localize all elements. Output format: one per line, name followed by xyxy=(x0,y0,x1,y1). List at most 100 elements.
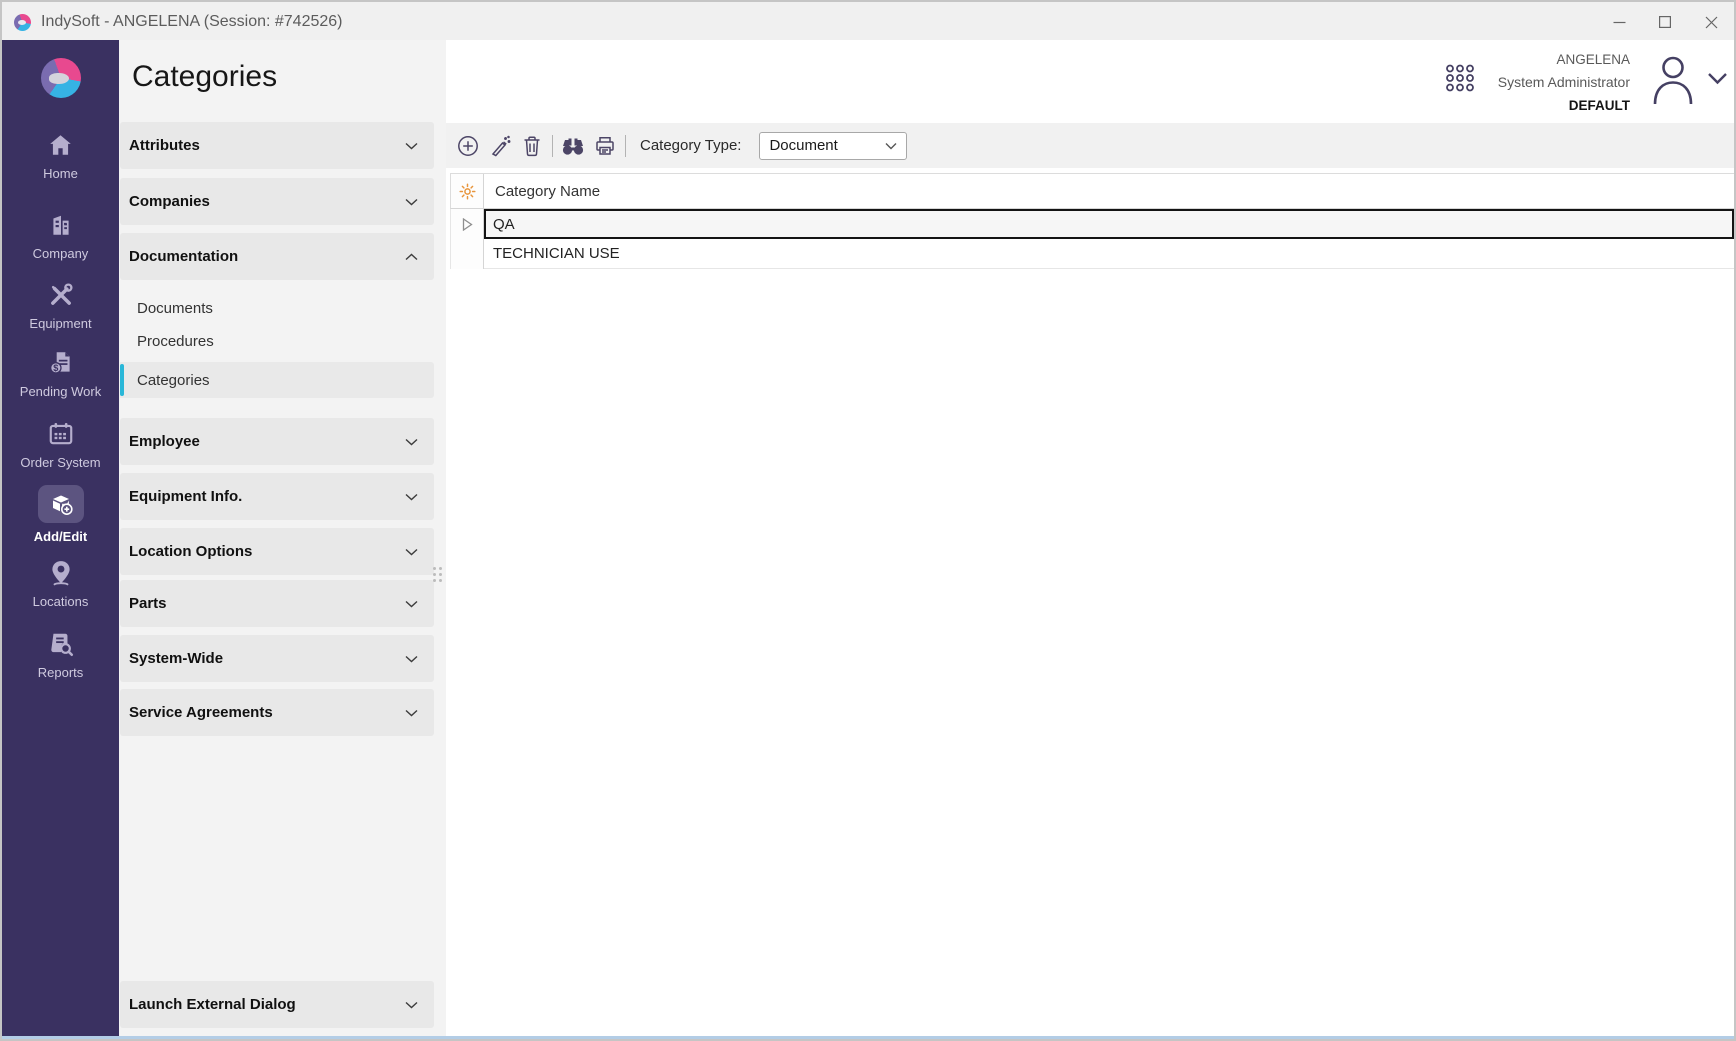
section-companies[interactable]: Companies xyxy=(120,178,434,225)
content-area: Categories Attributes Companies Document… xyxy=(119,40,1734,1036)
locations-pin-icon xyxy=(48,558,74,588)
sidebar-item-pending-work[interactable]: $ Pending Work xyxy=(2,348,119,399)
delete-category-button[interactable] xyxy=(520,134,544,158)
page-title: Categories xyxy=(132,60,277,94)
section-label: Parts xyxy=(129,595,167,612)
sidebar-item-label: Order System xyxy=(20,455,100,470)
section-launch-external-dialog[interactable]: Launch External Dialog xyxy=(120,981,434,1028)
app-launcher-button[interactable] xyxy=(1445,64,1475,92)
toolbar-separator xyxy=(552,135,553,157)
chevron-down-icon xyxy=(885,142,897,150)
user-name: ANGELENA xyxy=(1498,48,1630,71)
maximize-button[interactable] xyxy=(1642,2,1688,42)
close-icon xyxy=(1705,16,1718,29)
minimize-icon xyxy=(1613,16,1626,29)
window-controls xyxy=(1596,2,1734,42)
chevron-down-icon xyxy=(405,655,418,663)
panel-resize-grip[interactable] xyxy=(433,567,446,584)
section-location-options[interactable]: Location Options xyxy=(120,528,434,575)
user-menu-chevron-button[interactable] xyxy=(1707,72,1728,85)
user-role: System Administrator xyxy=(1498,71,1630,94)
app-logo-icon xyxy=(14,14,31,31)
edit-wand-icon xyxy=(489,135,511,157)
table-row[interactable]: QA xyxy=(450,209,1734,239)
toolbar-separator xyxy=(625,135,626,157)
section-label: Location Options xyxy=(129,543,252,560)
sidebar: Home Company Equipment $ Pending Work Or… xyxy=(2,40,119,1036)
chevron-down-icon xyxy=(405,709,418,717)
apps-grid-icon xyxy=(1445,64,1475,92)
chevron-down-icon xyxy=(405,1001,418,1009)
chevron-down-icon xyxy=(1707,72,1728,85)
section-equipment-info[interactable]: Equipment Info. xyxy=(120,473,434,520)
category-type-label: Category Type: xyxy=(640,137,741,154)
indysoft-logo-icon xyxy=(41,58,81,98)
find-category-button[interactable] xyxy=(561,134,585,158)
avatar xyxy=(1650,54,1696,106)
add-circle-icon xyxy=(457,135,479,157)
sidebar-item-home[interactable]: Home xyxy=(2,130,119,181)
section-label: System-Wide xyxy=(129,650,223,667)
category-name-cell[interactable]: QA xyxy=(484,209,1734,239)
header-indicator-cell xyxy=(451,174,484,208)
section-service-agreements[interactable]: Service Agreements xyxy=(120,689,434,736)
row-indicator-cell xyxy=(451,209,484,239)
section-system-wide[interactable]: System-Wide xyxy=(120,635,434,682)
row-marker-icon xyxy=(462,218,473,231)
chevron-down-icon xyxy=(405,142,418,150)
section-attributes[interactable]: Attributes xyxy=(120,122,434,169)
minimize-button[interactable] xyxy=(1596,2,1642,42)
sidebar-item-label: Add/Edit xyxy=(34,529,87,544)
category-type-dropdown[interactable]: Document xyxy=(759,132,907,160)
home-icon xyxy=(47,130,74,160)
sidebar-item-reports[interactable]: Reports xyxy=(2,629,119,680)
category-name-cell[interactable]: TECHNICIAN USE xyxy=(484,239,1734,269)
section-documentation[interactable]: Documentation xyxy=(120,233,434,280)
sun-icon xyxy=(459,183,476,200)
subitem-categories[interactable]: Categories xyxy=(120,362,434,398)
sidebar-item-order-system[interactable]: Order System xyxy=(2,419,119,470)
subitem-label: Procedures xyxy=(137,333,214,350)
row-indicator-cell xyxy=(451,239,484,269)
sidebar-item-label: Locations xyxy=(33,594,89,609)
sidebar-item-label: Home xyxy=(43,166,78,181)
table-row[interactable]: TECHNICIAN USE xyxy=(450,239,1734,269)
binoculars-icon xyxy=(561,136,585,156)
section-parts[interactable]: Parts xyxy=(120,580,434,627)
sidebar-item-label: Equipment xyxy=(29,316,91,331)
sidebar-item-label: Pending Work xyxy=(20,384,101,399)
reports-search-icon xyxy=(47,629,75,659)
category-toolbar: Category Type: Document xyxy=(446,123,1734,168)
section-label: Launch External Dialog xyxy=(129,996,296,1013)
column-header-category-name[interactable]: Category Name xyxy=(484,174,1734,208)
sidebar-item-label: Company xyxy=(33,246,89,261)
company-icon xyxy=(48,210,74,240)
add-category-button[interactable] xyxy=(456,134,480,158)
categories-table: Category Name QA TECHNICIAN USE xyxy=(450,173,1734,269)
section-label: Documentation xyxy=(129,248,238,265)
sidebar-item-add-edit[interactable]: Add/Edit xyxy=(2,485,119,544)
edit-category-button[interactable] xyxy=(488,134,512,158)
subitem-documents[interactable]: Documents xyxy=(120,292,434,325)
pending-work-icon: $ xyxy=(47,348,75,378)
section-label: Employee xyxy=(129,433,200,450)
section-label: Companies xyxy=(129,193,210,210)
chevron-down-icon xyxy=(405,493,418,501)
chevron-down-icon xyxy=(405,600,418,608)
sidebar-item-equipment[interactable]: Equipment xyxy=(2,280,119,331)
chevron-down-icon xyxy=(405,198,418,206)
subitem-procedures[interactable]: Procedures xyxy=(120,325,434,358)
window-title: IndySoft - ANGELENA (Session: #742526) xyxy=(41,13,343,31)
subitem-label: Categories xyxy=(137,372,210,389)
printer-icon xyxy=(594,135,616,157)
user-info: ANGELENA System Administrator DEFAULT xyxy=(1498,48,1630,117)
section-label: Attributes xyxy=(129,137,200,154)
print-button[interactable] xyxy=(593,134,617,158)
user-menu-button[interactable] xyxy=(1650,54,1696,106)
add-edit-active-tile xyxy=(38,485,84,523)
section-employee[interactable]: Employee xyxy=(120,418,434,465)
sidebar-item-locations[interactable]: Locations xyxy=(2,558,119,609)
close-button[interactable] xyxy=(1688,2,1734,42)
chevron-down-icon xyxy=(405,438,418,446)
sidebar-item-company[interactable]: Company xyxy=(2,210,119,261)
